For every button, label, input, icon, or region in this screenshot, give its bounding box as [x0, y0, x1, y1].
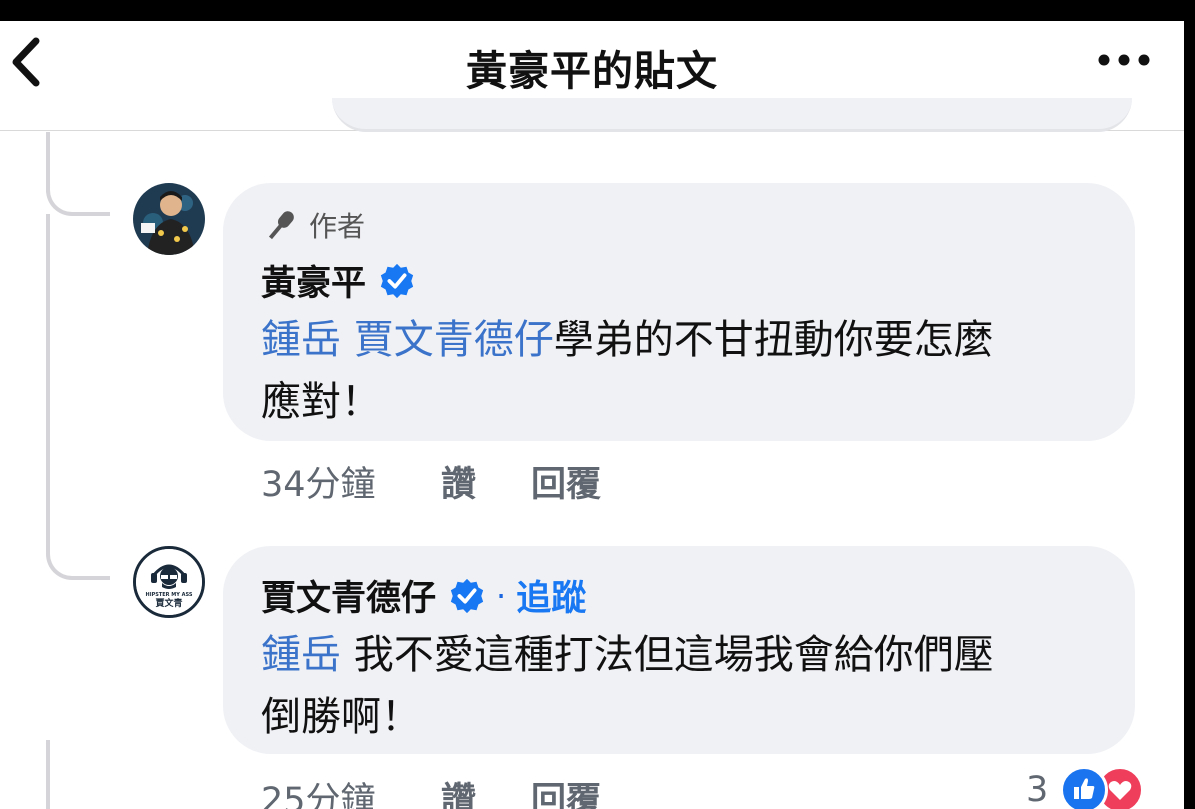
- comment-timestamp: 25分鐘: [261, 781, 376, 809]
- avatar-logo-bottom-text: 賈文青: [155, 597, 182, 609]
- comment-body-line2: 倒勝啊！: [261, 694, 421, 740]
- avatar[interactable]: [133, 183, 205, 255]
- screen-edge: [1184, 0, 1195, 809]
- comment-body-line1: 我不愛這種打法但這場我會給你們壓: [353, 632, 994, 678]
- author-badge: 作者: [261, 207, 365, 243]
- reply-button[interactable]: 回覆: [531, 456, 601, 507]
- like-button[interactable]: 讚: [441, 456, 531, 507]
- comment-bubble[interactable]: 作者 黃豪平 鍾岳 賈文青德仔學弟的不甘扭動你要怎麼 應對！: [223, 183, 1135, 441]
- comment-timestamp: 34分鐘: [261, 465, 376, 505]
- avatar[interactable]: HIPSTER MY ASS 賈文青: [133, 546, 205, 618]
- thread-line: [46, 214, 50, 554]
- follow-button[interactable]: 追蹤: [516, 570, 586, 621]
- avatar-photo: [133, 183, 205, 255]
- app-frame: 黃豪平的貼文 作者 黃豪平 鍾岳 賈文青德仔學弟的不甘扭動你要怎麼 應對！ 34…: [0, 0, 1195, 809]
- separator-dot: ·: [496, 576, 507, 615]
- comment-actions: 34分鐘 讚 回覆: [261, 456, 601, 507]
- status-bar: [0, 0, 1195, 21]
- thread-connector: [46, 188, 110, 216]
- microphone-icon: [268, 211, 294, 240]
- mention-link[interactable]: 鍾岳: [261, 632, 341, 678]
- thread-line: [46, 740, 50, 809]
- thread-connector: [46, 552, 110, 580]
- comment-body-line1: 學弟的不甘扭動你要怎麼: [553, 317, 994, 363]
- mention-link[interactable]: 賈文青德仔: [354, 317, 554, 363]
- comment-body-line2: 應對！: [261, 379, 381, 425]
- author-label: 作者: [309, 210, 366, 243]
- reply-button[interactable]: 回覆: [531, 772, 601, 809]
- name-row: 黃豪平: [261, 255, 416, 306]
- commenter-name[interactable]: 黃豪平: [261, 255, 366, 306]
- previous-comment-bubble: [332, 98, 1132, 132]
- reaction-summary[interactable]: 3: [1026, 766, 1145, 809]
- like-icon: [1060, 766, 1109, 809]
- reaction-count: 3: [1026, 770, 1049, 809]
- comment-text: 鍾岳 賈文青德仔學弟的不甘扭動你要怎麼 應對！: [261, 309, 1111, 433]
- comment-text: 鍾岳 我不愛這種打法但這場我會給你們壓 倒勝啊！: [261, 624, 1111, 748]
- comment-bubble[interactable]: 賈文青德仔 · 追蹤 鍾岳 我不愛這種打法但這場我會給你們壓 倒勝啊！: [223, 546, 1135, 754]
- comment-actions: 25分鐘 讚 回覆: [261, 772, 601, 809]
- verified-badge-icon: [380, 263, 414, 298]
- more-dots-icon: [1098, 54, 1150, 66]
- verified-badge-icon: [450, 578, 484, 613]
- commenter-name[interactable]: 賈文青德仔: [261, 570, 436, 621]
- like-button[interactable]: 讚: [441, 772, 531, 809]
- name-row: 賈文青德仔 · 追蹤: [261, 570, 586, 621]
- avatar-logo: HIPSTER MY ASS 賈文青: [136, 549, 202, 615]
- more-options-button[interactable]: [1094, 49, 1154, 71]
- avatar-logo-top-text: HIPSTER MY ASS: [146, 592, 193, 598]
- page-title: 黃豪平的貼文: [466, 47, 718, 95]
- mention-link[interactable]: 鍾岳: [261, 317, 341, 363]
- thread-line: [46, 132, 50, 192]
